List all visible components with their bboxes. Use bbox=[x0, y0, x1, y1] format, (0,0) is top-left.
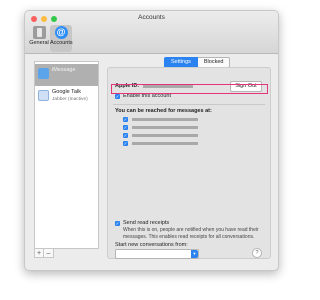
at-sign-icon: @ bbox=[54, 26, 68, 39]
address-checkbox[interactable]: ✓ bbox=[123, 141, 128, 146]
highlight-box bbox=[111, 84, 268, 94]
settings-panel: Apple ID: Sign Out ✓ Enable this account… bbox=[107, 67, 271, 259]
address-redacted bbox=[132, 142, 198, 145]
address-checkbox[interactable]: ✓ bbox=[123, 117, 128, 122]
list-actions: + – bbox=[34, 248, 97, 258]
imessage-icon bbox=[38, 68, 49, 79]
account-name: iMessage bbox=[52, 67, 76, 73]
start-conversations-select[interactable]: ▼ bbox=[115, 249, 199, 259]
accounts-window: Accounts General @ Accounts iMessage Goo… bbox=[24, 10, 279, 271]
general-icon bbox=[32, 26, 46, 39]
read-receipts-label: Send read receipts bbox=[123, 220, 170, 226]
title-bar: Accounts General @ Accounts bbox=[25, 11, 278, 54]
address-redacted bbox=[132, 134, 198, 137]
divider bbox=[113, 104, 265, 105]
address-checkbox[interactable]: ✓ bbox=[123, 125, 128, 130]
general-label: General bbox=[29, 40, 49, 46]
account-item-google-talk[interactable]: Google Talk Jabber (Inactive) bbox=[35, 86, 98, 108]
accounts-list: iMessage Google Talk Jabber (Inactive) bbox=[34, 61, 99, 249]
address-redacted bbox=[132, 126, 198, 129]
account-name: Google Talk bbox=[52, 89, 81, 95]
toolbar-general[interactable]: General bbox=[28, 25, 50, 52]
account-item-imessage[interactable]: iMessage bbox=[35, 64, 98, 86]
chevron-down-icon: ▼ bbox=[191, 250, 198, 258]
remove-account-button[interactable]: – bbox=[44, 248, 54, 258]
reach-at-label: You can be reached for messages at: bbox=[115, 108, 212, 114]
read-receipts-checkbox[interactable]: ✓ bbox=[115, 221, 120, 226]
chat-icon bbox=[38, 90, 49, 101]
address-redacted bbox=[132, 118, 198, 121]
enable-account-checkbox[interactable]: ✓ bbox=[115, 94, 120, 99]
window-title: Accounts bbox=[138, 14, 165, 21]
start-conversations-label: Start new conversations from: bbox=[115, 242, 188, 248]
read-receipts-description: When this is on, people are notified whe… bbox=[123, 227, 259, 240]
help-button[interactable]: ? bbox=[252, 248, 262, 258]
accounts-label: Accounts bbox=[50, 40, 73, 46]
account-subtitle: Jabber (Inactive) bbox=[52, 97, 88, 102]
toolbar-accounts[interactable]: @ Accounts bbox=[50, 25, 73, 52]
add-account-button[interactable]: + bbox=[34, 248, 44, 258]
address-checkbox[interactable]: ✓ bbox=[123, 133, 128, 138]
